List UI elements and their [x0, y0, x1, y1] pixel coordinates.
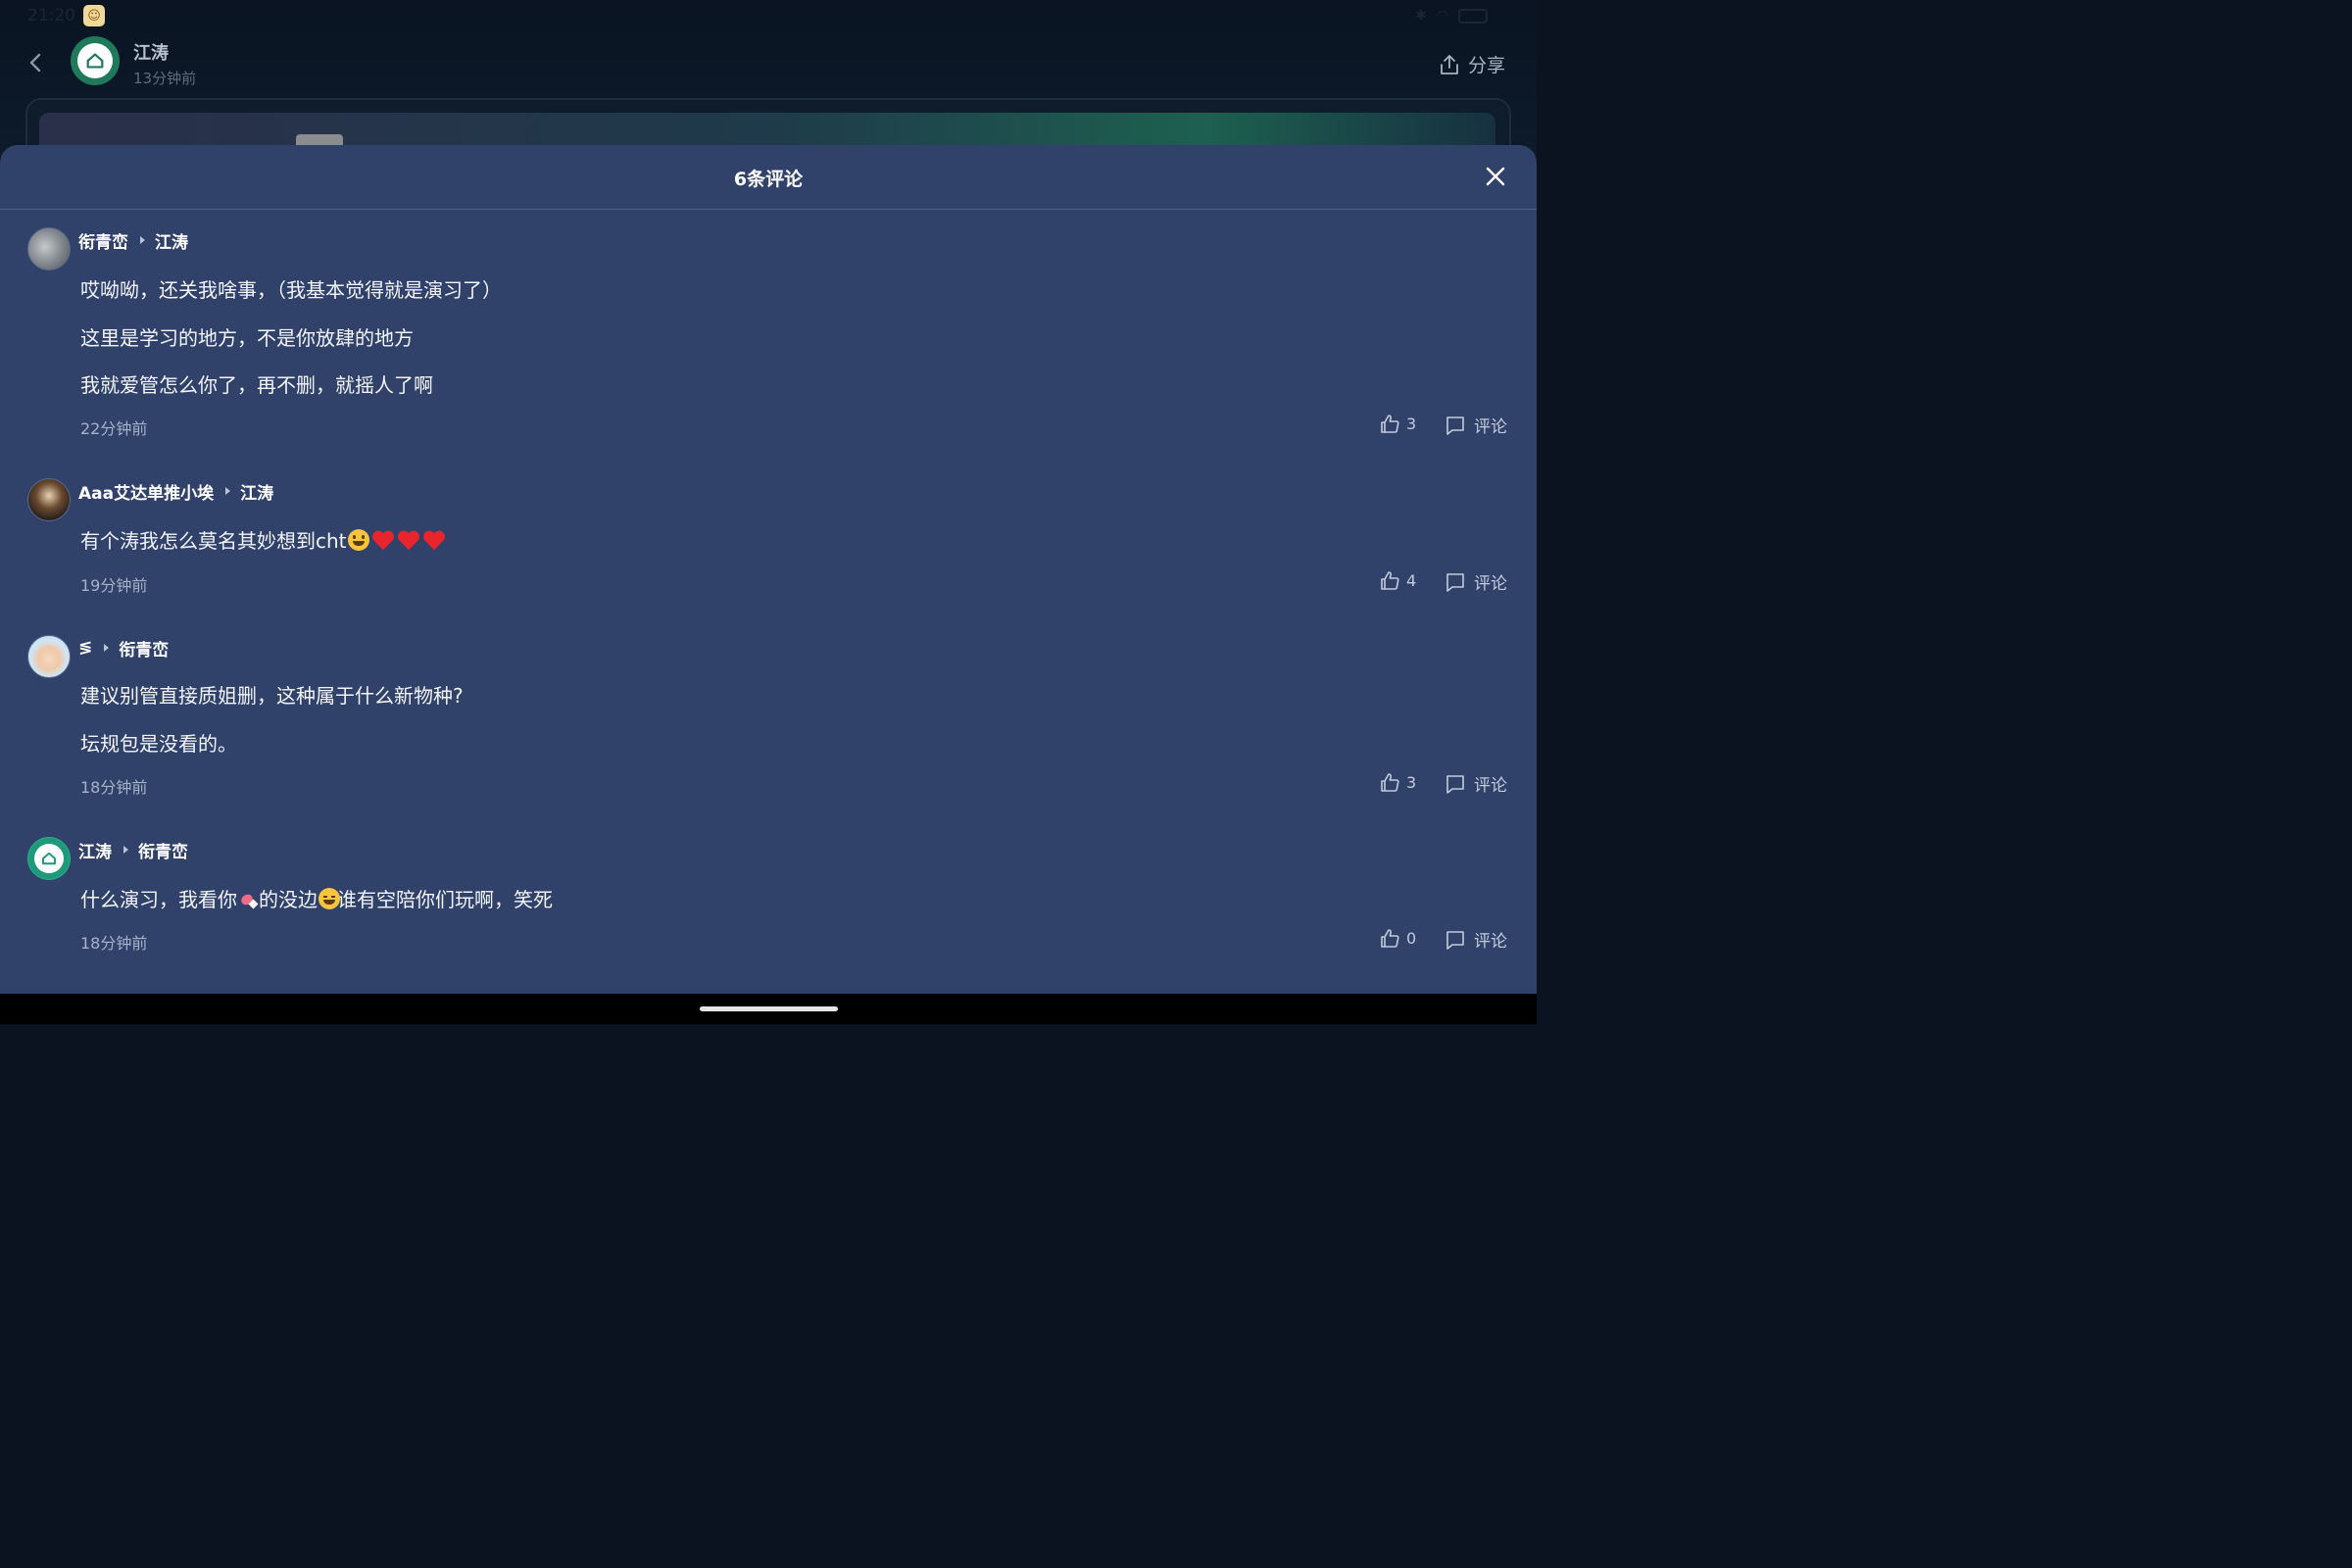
app-notification-icon: ☺ — [83, 5, 105, 26]
comment-sheet: 6条评论 衔青峦 江涛 哎呦呦，还关我啥事，（我基本觉得就是演习了） 这里是学习… — [0, 145, 1537, 994]
red-heart-icon — [372, 531, 394, 551]
chevron-left-icon — [29, 53, 41, 73]
comment-text: 坛规包是没看的。 — [80, 732, 237, 756]
commenter-name[interactable]: Aaa艾达单推小埃 — [78, 479, 214, 504]
post-header: 江涛 13分钟前 分享 — [0, 31, 1537, 96]
wifi-icon: ◠ — [1436, 8, 1448, 24]
comment-time: 18分钟前 — [80, 778, 148, 797]
comment-bubble-icon — [1446, 416, 1464, 435]
comment-text-part: 谁有空陪你们玩啊，笑死 — [337, 888, 553, 911]
comment-text-part: 什么演习，我看你 — [80, 888, 237, 911]
home-icon — [77, 43, 113, 78]
reply-arrow-icon — [123, 846, 128, 854]
comment-reply-line: 衔青峦 江涛 — [78, 228, 188, 253]
comment-time: 18分钟前 — [80, 934, 148, 953]
comment-text: 什么演习，我看你 的没边 谁有空陪你们玩啊，笑死 — [80, 884, 553, 912]
comment-bubble-icon — [1446, 572, 1464, 592]
comment-count-title: 6条评论 — [733, 169, 804, 190]
commenter-avatar[interactable] — [27, 837, 71, 880]
commenter-avatar[interactable] — [27, 635, 71, 678]
system-navigation-bar — [0, 994, 1537, 1024]
author-name[interactable]: 江涛 — [133, 39, 169, 65]
reply-label: 评论 — [1474, 932, 1507, 952]
comment-time: 22分钟前 — [80, 419, 148, 438]
thumbs-up-icon — [1381, 415, 1399, 433]
close-icon — [1486, 167, 1505, 186]
sweat-smile-icon — [318, 888, 340, 909]
commenter-name[interactable]: 衔青峦 — [78, 228, 128, 253]
comment-bubble-icon — [1446, 930, 1464, 950]
like-button[interactable]: 3 — [1379, 413, 1416, 434]
reply-label: 评论 — [1474, 776, 1507, 796]
thumbs-up-icon — [1381, 773, 1399, 792]
comment-text: 哎呦呦，还关我啥事，（我基本觉得就是演习了） — [80, 278, 502, 302]
commenter-avatar[interactable] — [27, 227, 71, 270]
thumbs-up-icon — [1381, 571, 1399, 590]
like-button[interactable]: 3 — [1379, 771, 1416, 793]
bluetooth-icon: ✱ — [1415, 8, 1427, 24]
reply-button[interactable]: 评论 — [1445, 413, 1507, 437]
home-indicator[interactable] — [700, 1006, 838, 1011]
like-button[interactable]: 4 — [1379, 569, 1416, 591]
commenter-name[interactable]: ≶ — [78, 638, 92, 658]
comment-sheet-header: 6条评论 — [0, 145, 1537, 210]
grinning-face-icon — [347, 529, 369, 551]
like-count: 0 — [1406, 928, 1417, 948]
reply-target-name[interactable]: 江涛 — [155, 228, 188, 253]
comment-text: 这里是学习的地方，不是你放肆的地方 — [80, 326, 414, 350]
share-button[interactable]: 分享 — [1439, 51, 1505, 77]
candy-icon — [237, 889, 259, 910]
post-time: 13分钟前 — [133, 70, 197, 87]
thumbs-up-icon — [1381, 929, 1399, 948]
reply-label: 评论 — [1474, 417, 1507, 437]
reply-button[interactable]: 评论 — [1445, 771, 1507, 796]
like-count: 3 — [1406, 414, 1417, 433]
comment-text: 建议别管直接质姐删，这种属于什么新物种? — [80, 684, 464, 708]
comment-text: 有个涛我怎么莫名其妙想到cht — [80, 525, 447, 554]
back-button[interactable] — [22, 47, 49, 78]
commenter-avatar[interactable] — [27, 478, 71, 521]
reply-arrow-icon — [225, 487, 231, 495]
like-count: 4 — [1406, 570, 1417, 590]
red-heart-icon — [423, 531, 445, 551]
reply-target-name[interactable]: 衔青峦 — [138, 838, 188, 862]
like-count: 3 — [1406, 772, 1417, 792]
battery-icon — [1458, 8, 1488, 24]
comment-text-part: 有个涛我怎么莫名其妙想到cht — [80, 529, 347, 553]
share-icon — [1441, 54, 1458, 74]
status-bar: 21:20 ☺ ✱ ◠ — [0, 0, 1537, 31]
reply-target-name[interactable]: 江涛 — [240, 479, 273, 504]
author-avatar[interactable] — [71, 36, 120, 85]
reply-button[interactable]: 评论 — [1445, 927, 1507, 952]
comment-reply-line: Aaa艾达单推小埃 江涛 — [78, 479, 273, 504]
commenter-name[interactable]: 江涛 — [78, 838, 112, 862]
comment-reply-line: 江涛 衔青峦 — [78, 838, 188, 862]
home-icon — [34, 844, 64, 873]
comment-bubble-icon — [1446, 774, 1464, 794]
close-button[interactable] — [1482, 163, 1509, 190]
reply-arrow-icon — [104, 644, 110, 652]
status-indicators: ✱ ◠ — [1415, 8, 1488, 24]
status-time: 21:20 — [27, 6, 75, 25]
share-label: 分享 — [1467, 55, 1505, 76]
comment-time: 19分钟前 — [80, 576, 148, 595]
red-heart-icon — [398, 531, 419, 551]
reply-arrow-icon — [140, 236, 145, 244]
reply-target-name[interactable]: 衔青峦 — [119, 636, 169, 661]
reply-button[interactable]: 评论 — [1445, 569, 1507, 594]
comment-reply-line: ≶ 衔青峦 — [78, 636, 169, 661]
reply-label: 评论 — [1474, 574, 1507, 594]
like-button[interactable]: 0 — [1379, 927, 1416, 949]
comment-text-part: 的没边 — [259, 888, 318, 911]
comment-text: 我就爱管怎么你了，再不删，就摇人了啊 — [80, 373, 433, 397]
